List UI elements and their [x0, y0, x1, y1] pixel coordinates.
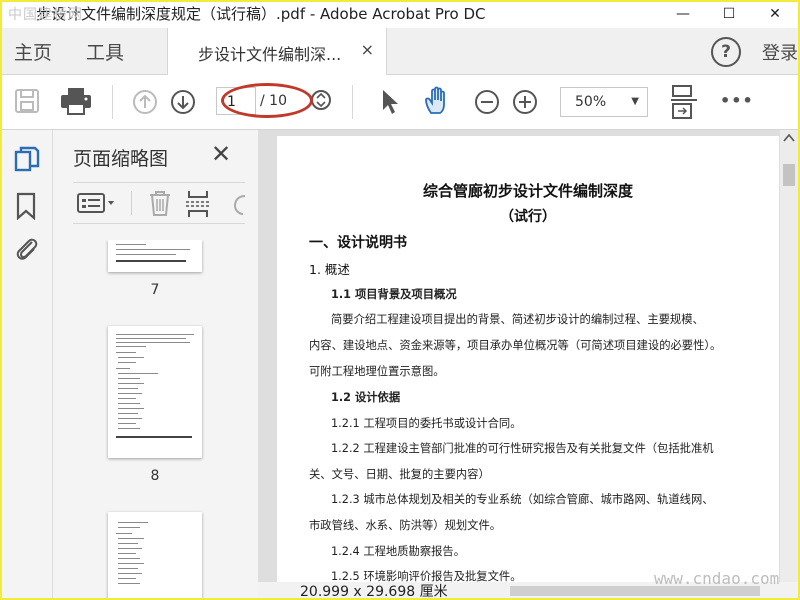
document-title: 综合管廊初步设计文件编制深度	[422, 182, 633, 200]
body-text: 1.2.1 工程项目的委托书或设计合同。	[331, 417, 522, 430]
zoom-value: 50%	[575, 94, 607, 110]
close-window-button[interactable]: ✕	[752, 2, 798, 26]
next-page-icon[interactable]	[170, 89, 196, 115]
tab-home[interactable]: 主页	[14, 38, 52, 65]
login-button[interactable]: 登录	[762, 39, 798, 65]
toolbar-separator	[352, 85, 353, 119]
thumbnail-tools	[73, 182, 247, 224]
thumbnail-label: 7	[150, 282, 160, 298]
close-panel-button[interactable]: ✕	[211, 140, 231, 168]
select-arrow-icon[interactable]	[378, 88, 400, 116]
body-text: 1.2.3 城市总体规划及相关的专业系统（如综合管廊、城市路网、轨道线网、	[331, 493, 714, 506]
hand-tool-icon[interactable]	[422, 85, 454, 117]
navigation-rail	[2, 130, 53, 598]
minimize-button[interactable]: —	[660, 2, 706, 26]
help-icon[interactable]: ?	[711, 37, 741, 67]
thumbnail-page-8[interactable]	[108, 326, 202, 458]
thumbnail-list: 7 8	[53, 240, 258, 598]
document-tab-close-button[interactable]: ×	[361, 40, 374, 59]
zoom-out-icon[interactable]	[474, 89, 500, 115]
scroll-up-icon[interactable]	[783, 133, 795, 143]
maximize-button[interactable]: ☐	[706, 2, 752, 26]
subsection-heading: 1. 概述	[309, 262, 350, 277]
more-tools-button[interactable]: •••	[720, 91, 754, 110]
toolbar-separator	[112, 85, 113, 119]
title-bar: 步设计文件编制深度规定（试行稿）.pdf - Adobe Acrobat Pro…	[2, 2, 798, 26]
thumbnail-panel: 页面缩略图 ✕ 7 8	[53, 130, 301, 598]
clause-heading: 1.1 项目背景及项目概况	[331, 288, 457, 301]
acrobat-window: 步设计文件编制深度规定（试行稿）.pdf - Adobe Acrobat Pro…	[2, 2, 798, 598]
print-icon[interactable]	[60, 87, 92, 115]
document-subtitle: （试行）	[500, 209, 556, 225]
save-icon[interactable]	[14, 88, 40, 114]
tab-bar: 主页 工具 步设计文件编制深... × ? 登录	[2, 28, 798, 75]
fit-page-icon[interactable]	[670, 83, 698, 123]
attachment-icon[interactable]	[14, 234, 40, 264]
body-text: 内容、建设地点、资金来源等，项目承办单位概况等（可简述项目建设的必要性）。	[309, 339, 722, 352]
document-scrollbar[interactable]	[780, 130, 798, 582]
thumbnail-page-7[interactable]	[108, 240, 202, 272]
thumbnail-page-9[interactable]	[108, 512, 202, 598]
body-text: 可附工程地理位置示意图。	[309, 365, 445, 378]
pdf-page: 综合管廊初步设计文件编制深度 （试行） 一、设计说明书 1. 概述 1.1 项目…	[277, 136, 779, 582]
document-view: 综合管廊初步设计文件编制深度 （试行） 一、设计说明书 1. 概述 1.1 项目…	[258, 130, 798, 598]
toolbar: 1 / 10 50% ▼ •••	[2, 75, 798, 130]
clause-heading: 1.2 设计依据	[331, 391, 401, 404]
panel-title: 页面缩略图	[73, 148, 169, 170]
annotation-highlight	[221, 83, 313, 118]
page-step-icon[interactable]	[310, 89, 332, 111]
thumbnail-label: 8	[150, 468, 160, 484]
thumbnail-options-icon[interactable]	[77, 192, 117, 214]
body-text: 1.2.5 环境影响评价报告及批复文件。	[331, 570, 522, 582]
tab-tools[interactable]: 工具	[86, 38, 124, 65]
chevron-down-icon: ▼	[631, 96, 639, 107]
window-title: 步设计文件编制深度规定（试行稿）.pdf - Adobe Acrobat Pro…	[36, 5, 486, 23]
zoom-select[interactable]: 50% ▼	[560, 87, 648, 117]
previous-page-icon[interactable]	[132, 89, 158, 115]
window-controls: — ☐ ✕	[660, 2, 798, 26]
watermark-bottom: www.cndao.com	[654, 569, 780, 588]
document-tab-label: 步设计文件编制深...	[198, 45, 342, 64]
delete-icon[interactable]	[147, 189, 173, 217]
rotate-icon[interactable]	[231, 192, 247, 216]
page-thumbnails-icon[interactable]	[14, 146, 40, 174]
bookmark-icon[interactable]	[16, 192, 36, 220]
body-text: 1.2.4 工程地质勘察报告。	[331, 545, 466, 558]
page-size-readout: 20.999 x 29.698 厘米	[300, 584, 448, 598]
section-heading: 一、设计说明书	[309, 235, 407, 251]
body-text: 市政管线、水系、防洪等）规划文件。	[309, 519, 502, 532]
watermark-top: 中国建桥网	[8, 7, 83, 23]
insert-page-icon[interactable]	[185, 189, 211, 219]
toolbar-separator	[131, 191, 132, 215]
tab-document[interactable]: 步设计文件编制深... ×	[167, 28, 387, 75]
body-text: 关、文号、日期、批复的主要内容）	[309, 468, 490, 481]
scrollbar-thumb[interactable]	[783, 164, 795, 186]
body-text: 简要介绍工程建设项目提出的背景、简述初步设计的编制过程、主要规模、	[331, 313, 704, 326]
zoom-in-icon[interactable]	[512, 89, 538, 115]
body-text: 1.2.2 工程建设主管部门批准的可行性研究报告及有关批复文件（包括批准机	[331, 442, 714, 455]
